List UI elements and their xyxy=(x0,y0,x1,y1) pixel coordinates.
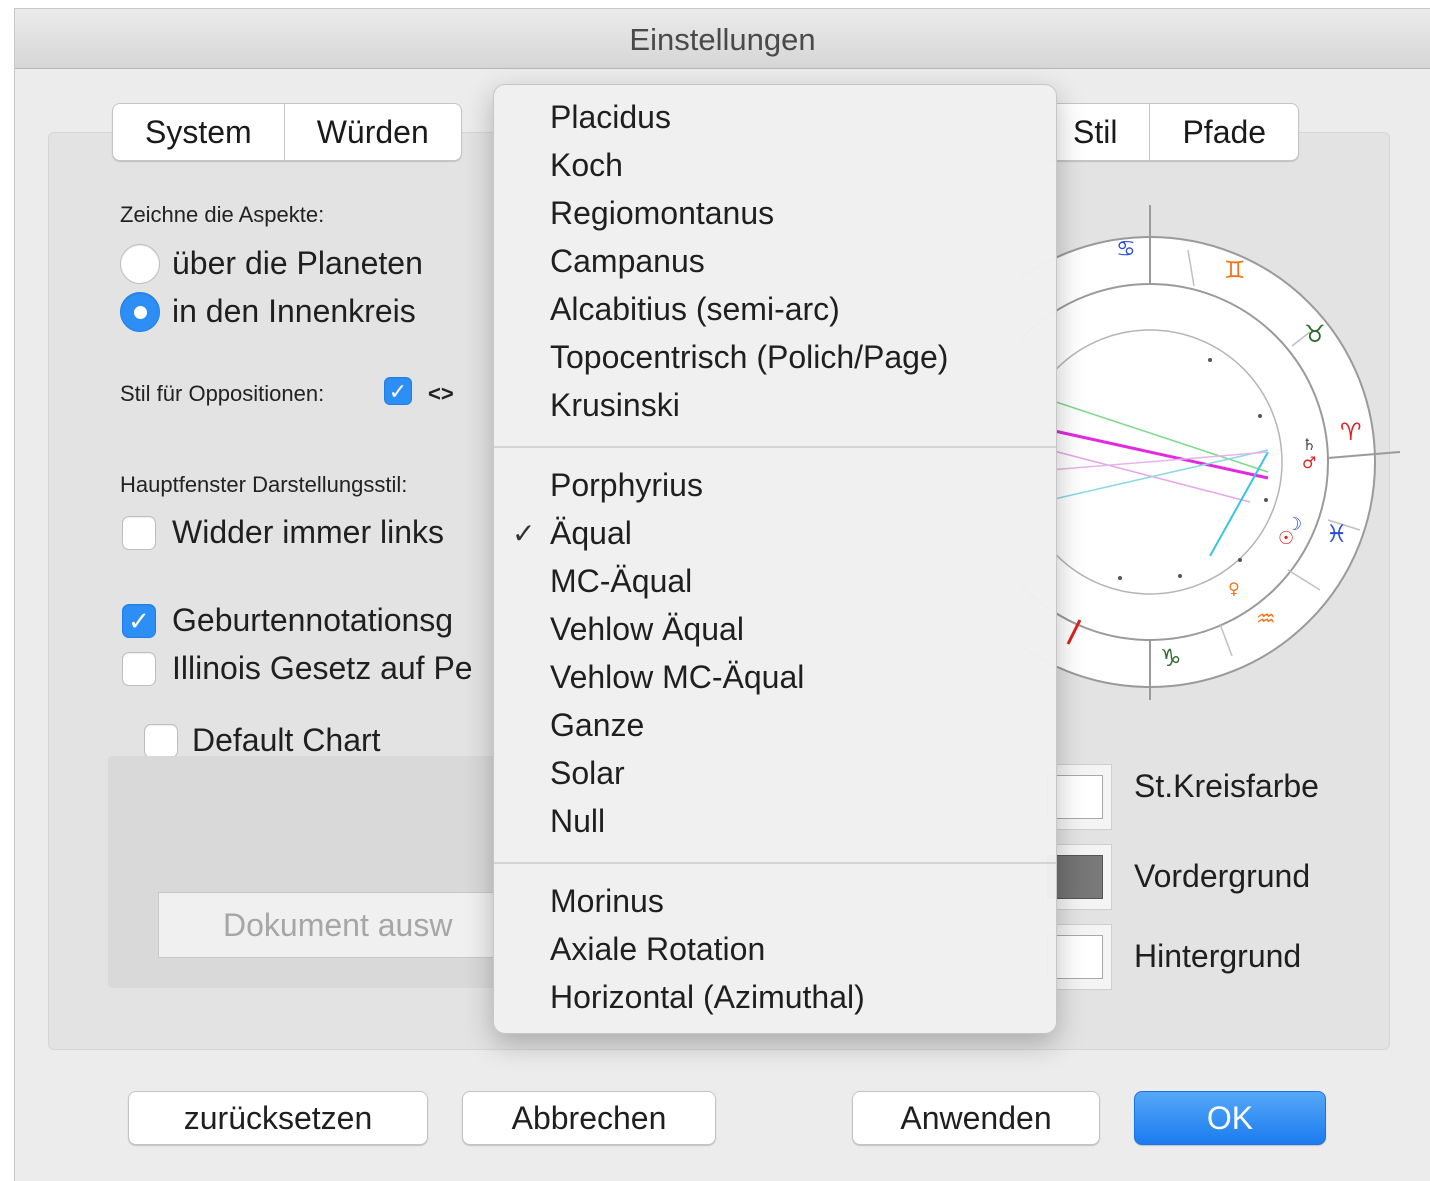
chart-wheel-svg: ♋ ♊ ♉ ♈ ♓ ♒ ♑ ♄ ♂ ☽ ☉ ♀ xyxy=(1020,205,1401,700)
choose-document-button[interactable]: Dokument ausw xyxy=(158,892,498,958)
circle-color-label: St.Kreisfarbe xyxy=(1134,768,1319,804)
aries-left-label: Widder immer links xyxy=(172,514,445,550)
taurus-icon: ♉ xyxy=(1304,320,1326,348)
oppositions-checkbox[interactable]: ✓ xyxy=(384,377,412,405)
menu-item-ganze[interactable]: Ganze xyxy=(550,707,644,744)
menu-item-vehlow-mc-aequal[interactable]: Vehlow MC-Äqual xyxy=(550,659,804,696)
house-system-menu: Placidus Koch Regiomontanus Campanus Alc… xyxy=(493,84,1057,1034)
radio-over-planets[interactable] xyxy=(120,244,160,284)
tab-wuerden[interactable]: Würden xyxy=(285,104,461,160)
gemini-icon: ♊ xyxy=(1224,256,1246,284)
menu-item-vehlow-aequal[interactable]: Vehlow Äqual xyxy=(550,611,744,648)
menu-separator xyxy=(494,862,1056,864)
main-window-style-label: Hauptfenster Darstellungsstil: xyxy=(120,472,408,497)
menu-item-krusinski[interactable]: Krusinski xyxy=(550,387,680,424)
foreground-color-label: Vordergrund xyxy=(1134,858,1311,894)
reset-button[interactable]: zurücksetzen xyxy=(128,1091,428,1145)
menu-item-horizontal[interactable]: Horizontal (Azimuthal) xyxy=(550,979,865,1016)
aries-left-checkbox[interactable] xyxy=(122,516,156,550)
cancer-icon: ♋ xyxy=(1116,237,1136,262)
background-color-label: Hintergrund xyxy=(1134,938,1302,974)
chart-wheel-preview: ♋ ♊ ♉ ♈ ♓ ♒ ♑ ♄ ♂ ☽ ☉ ♀ xyxy=(1020,200,1420,710)
menu-item-mc-aequal[interactable]: MC-Äqual xyxy=(550,563,692,600)
cancel-button[interactable]: Abbrechen xyxy=(462,1091,716,1145)
menu-item-null[interactable]: Null xyxy=(550,803,605,840)
menu-item-topocentrisch[interactable]: Topocentrisch (Polich/Page) xyxy=(550,339,948,376)
menu-item-koch[interactable]: Koch xyxy=(550,147,623,184)
tab-bar-left: System Würden xyxy=(112,103,462,161)
pisces-icon: ♓ xyxy=(1326,520,1348,548)
tab-bar-right: Stil Pfade xyxy=(1040,103,1300,161)
tab-pfade[interactable]: Pfade xyxy=(1150,104,1298,160)
window-title: Einstellungen xyxy=(15,9,1430,69)
aquarius-icon: ♒ xyxy=(1256,607,1276,632)
menu-item-porphyrius[interactable]: Porphyrius xyxy=(550,467,703,504)
menu-item-campanus[interactable]: Campanus xyxy=(550,243,705,280)
menu-item-morinus[interactable]: Morinus xyxy=(550,883,664,920)
birth-notation-checkbox[interactable]: ✓ xyxy=(122,604,156,638)
tab-stil[interactable]: Stil xyxy=(1041,104,1151,160)
tab-system[interactable]: System xyxy=(113,104,285,160)
menu-item-regiomontanus[interactable]: Regiomontanus xyxy=(550,195,774,232)
ok-button[interactable]: OK xyxy=(1134,1091,1326,1145)
menu-item-placidus[interactable]: Placidus xyxy=(550,99,671,136)
oppositions-label: Stil für Oppositionen: xyxy=(120,381,325,406)
menu-item-solar[interactable]: Solar xyxy=(550,755,625,792)
apply-button[interactable]: Anwenden xyxy=(852,1091,1100,1145)
radio-inner-circle-label: in den Innenkreis xyxy=(172,293,416,329)
birth-notation-label: Geburtennotationsg xyxy=(172,602,454,638)
saturn-icon: ♄ xyxy=(1302,435,1316,454)
illinois-checkbox[interactable] xyxy=(122,652,156,686)
aspects-heading: Zeichne die Aspekte: xyxy=(120,202,325,227)
checkmark-icon: ✓ xyxy=(512,518,536,549)
oppositions-symbol: <> xyxy=(428,381,454,406)
mars-icon: ♂ xyxy=(1302,453,1316,472)
radio-inner-circle[interactable] xyxy=(120,292,160,332)
menu-item-alcabitius[interactable]: Alcabitius (semi-arc) xyxy=(550,291,840,328)
radio-over-planets-label: über die Planeten xyxy=(172,245,423,281)
illinois-label: Illinois Gesetz auf Pe xyxy=(172,650,473,686)
capricorn-icon: ♑ xyxy=(1160,644,1182,672)
venus-icon: ♀ xyxy=(1228,579,1240,598)
menu-item-aequal[interactable]: Äqual xyxy=(550,515,632,552)
default-chart-checkbox[interactable] xyxy=(144,724,178,758)
menu-separator xyxy=(494,446,1056,448)
aries-icon: ♈ xyxy=(1340,418,1362,446)
default-chart-label: Default Chart xyxy=(192,722,381,758)
sun-icon: ☉ xyxy=(1278,528,1294,549)
menu-item-axiale-rotation[interactable]: Axiale Rotation xyxy=(550,931,765,968)
